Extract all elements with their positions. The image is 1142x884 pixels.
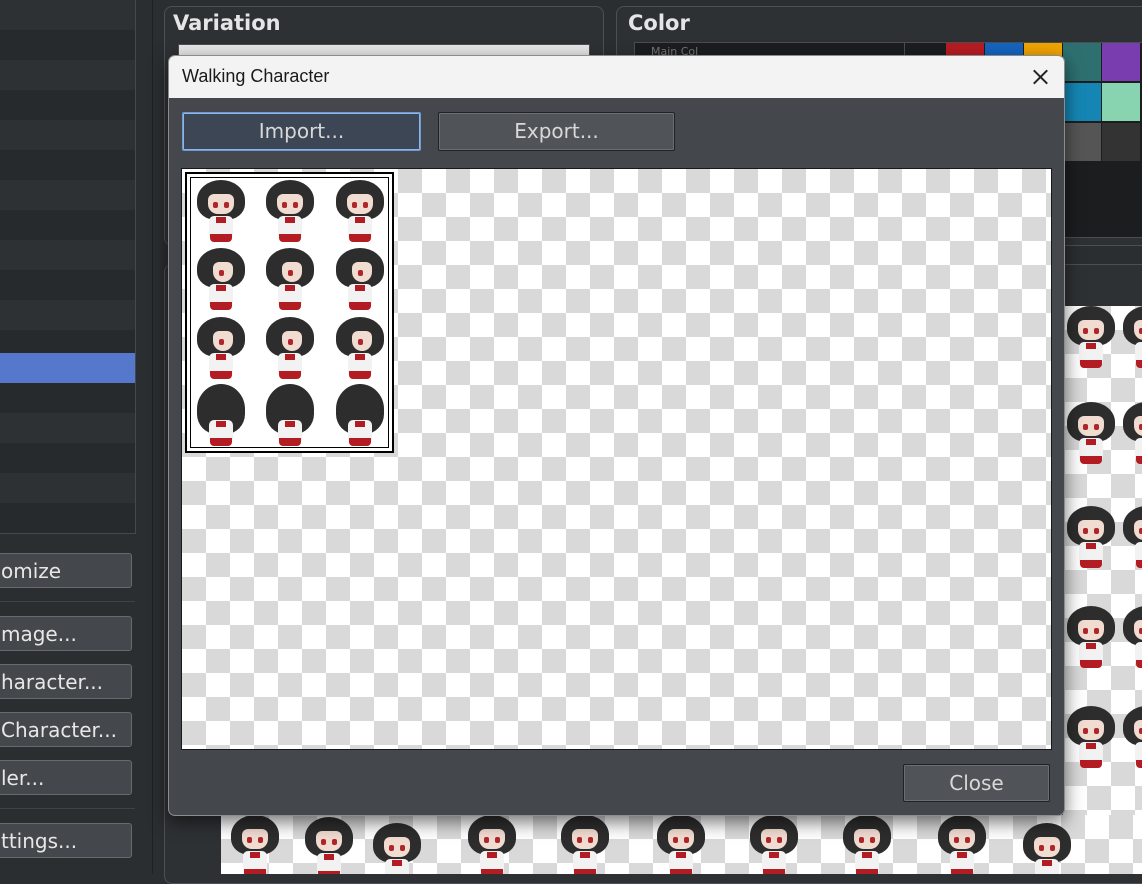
list-item[interactable] (0, 270, 135, 300)
character-sprite (1065, 506, 1117, 574)
sprite-frame (264, 180, 316, 248)
list-item[interactable] (0, 30, 135, 60)
list-item[interactable] (0, 150, 135, 180)
walking-character-dialog: Walking Character Import... Export... Cl… (168, 55, 1065, 816)
separator (0, 601, 135, 602)
character-sprite (559, 815, 611, 874)
face-image-button[interactable]: mage... (0, 616, 132, 651)
character-sprite (303, 817, 355, 874)
export-button[interactable]: Export... (438, 112, 675, 151)
color-swatch[interactable] (1102, 83, 1140, 121)
character-sprite (655, 815, 707, 874)
list-item[interactable] (0, 120, 135, 150)
battler-character-button[interactable]: Character... (0, 712, 132, 747)
sprite-sheet (185, 172, 394, 453)
list-item[interactable] (0, 180, 135, 210)
sprite-preview-right (1063, 306, 1142, 815)
sprite-frame (264, 248, 316, 316)
character-sprite (1065, 706, 1117, 774)
character-sprite (748, 815, 800, 874)
sprite-frame (334, 180, 386, 248)
sprite-frame (264, 317, 316, 385)
settings-button[interactable]: ttings... (0, 823, 132, 858)
color-swatch[interactable] (1102, 43, 1140, 81)
sprite-frame (264, 384, 316, 452)
sprite-frame (195, 384, 247, 452)
color-swatch[interactable] (1063, 43, 1101, 81)
list-item[interactable] (0, 240, 135, 270)
sprite-frame (195, 180, 247, 248)
divider (152, 0, 153, 874)
sprite-frame (334, 248, 386, 316)
sprite-sheet-frame (190, 177, 389, 448)
character-sprite (1121, 606, 1142, 674)
list-item[interactable] (0, 300, 135, 330)
close-button[interactable]: Close (903, 764, 1050, 802)
character-sprite (1021, 823, 1073, 874)
color-swatch[interactable] (1102, 123, 1140, 161)
list-item[interactable] (0, 0, 135, 30)
character-sprite (1121, 306, 1142, 374)
color-title: Color (628, 11, 690, 35)
list-item[interactable] (0, 90, 135, 120)
sprite-sheet-canvas[interactable] (181, 168, 1052, 750)
separator (0, 808, 135, 809)
list-item[interactable] (0, 503, 135, 533)
walking-character-button[interactable]: haracter... (0, 664, 132, 699)
import-button[interactable]: Import... (182, 112, 421, 151)
variation-title: Variation (173, 11, 281, 35)
sprite-preview-bottom (221, 815, 1142, 874)
character-sprite (841, 815, 893, 874)
battler-button[interactable]: ler... (0, 760, 132, 795)
color-swatch[interactable] (1063, 123, 1101, 161)
character-sprite (466, 815, 518, 874)
character-sprite (229, 815, 281, 874)
color-swatch[interactable] (1063, 83, 1101, 121)
customize-button[interactable]: omize (0, 553, 132, 588)
sidebar: omize mage... haracter... Character... l… (0, 0, 152, 874)
sprite-frame (195, 317, 247, 385)
list-item[interactable] (0, 413, 135, 443)
sprite-frame (334, 384, 386, 452)
character-sprite (1065, 606, 1117, 674)
list-item[interactable] (0, 60, 135, 90)
sprite-frame (195, 248, 247, 316)
list-item[interactable] (0, 383, 135, 413)
list-item[interactable] (0, 473, 135, 503)
character-sprite (371, 823, 423, 874)
character-sprite (1121, 402, 1142, 470)
character-sprite (1121, 706, 1142, 774)
sprite-frame (334, 317, 386, 385)
character-sprite (1121, 506, 1142, 574)
sidebar-list (0, 0, 136, 534)
close-icon[interactable] (1016, 56, 1064, 98)
dialog-titlebar: Walking Character (169, 56, 1064, 98)
dialog-title: Walking Character (182, 66, 330, 86)
character-sprite (1065, 402, 1117, 470)
list-item[interactable] (0, 330, 135, 353)
list-item[interactable] (0, 210, 135, 240)
character-sprite (936, 815, 988, 874)
character-sprite (1065, 306, 1117, 374)
list-item-selected[interactable] (0, 353, 135, 383)
list-item[interactable] (0, 443, 135, 473)
